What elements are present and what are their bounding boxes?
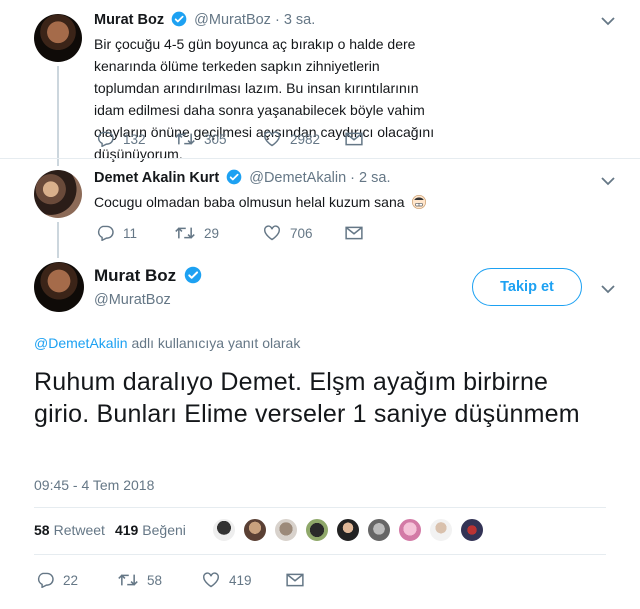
liker-avatar[interactable]: [336, 518, 360, 542]
like-count: 2982: [290, 131, 321, 147]
liker-avatar[interactable]: [212, 518, 236, 542]
reply-count: 11: [123, 225, 138, 241]
avatar[interactable]: [34, 262, 84, 312]
verified-icon: [171, 11, 187, 27]
liker-avatar[interactable]: [274, 518, 298, 542]
divider: [34, 507, 606, 508]
reply-icon: [37, 572, 54, 588]
main-tweet-handle-row: @MuratBoz: [94, 292, 171, 308]
author-name[interactable]: Murat Boz: [94, 12, 164, 28]
author-handle[interactable]: @DemetAkalin: [249, 170, 346, 186]
like-button[interactable]: 2982: [263, 131, 345, 147]
liker-avatar[interactable]: [243, 518, 267, 542]
dm-button[interactable]: [345, 226, 372, 240]
liker-avatars: [212, 518, 491, 542]
dm-icon: [345, 226, 363, 240]
reply-button[interactable]: 11: [96, 225, 175, 241]
author-name[interactable]: Demet Akalin Kurt: [94, 170, 219, 186]
verified-icon: [184, 266, 202, 284]
chevron-down-icon[interactable]: [601, 16, 615, 26]
avatar[interactable]: [34, 170, 82, 218]
tweet-actions: 132 305 2982: [96, 131, 372, 147]
reply-context-text: adlı kullanıcıya yanıt olarak: [127, 335, 301, 351]
retweet-icon: [118, 574, 138, 586]
reply-button[interactable]: 132: [96, 131, 175, 147]
like-count: 706: [290, 225, 313, 241]
separator-dot: ·: [274, 12, 284, 28]
author-handle[interactable]: @MuratBoz: [94, 292, 171, 308]
tweet-text: Cocugu olmadan baba olmusun helal kuzum …: [94, 194, 405, 210]
chevron-down-icon[interactable]: [601, 176, 615, 186]
author-handle[interactable]: @MuratBoz: [194, 12, 271, 28]
dm-button[interactable]: [286, 573, 313, 587]
reply-mention-link[interactable]: @DemetAkalin: [34, 335, 128, 351]
chevron-down-icon[interactable]: [601, 284, 615, 294]
like-count: 419: [229, 572, 252, 588]
tweet-1[interactable]: Murat Boz @MuratBoz · 3 sa. Bir çocuğu 4…: [0, 0, 640, 162]
retweet-icon: [175, 133, 195, 145]
tweet-time[interactable]: 3 sa.: [284, 12, 315, 28]
like-button[interactable]: 706: [263, 225, 345, 241]
tweet-actions: 11 29 706: [96, 225, 372, 241]
retweet-button[interactable]: 58: [118, 572, 202, 588]
tweet-time[interactable]: 2 sa.: [359, 170, 390, 186]
reply-icon: [97, 131, 114, 147]
main-tweet-author: Murat Boz: [94, 266, 205, 286]
tweet-text-row: Cocugu olmadan baba olmusun helal kuzum …: [94, 191, 514, 213]
liker-avatar[interactable]: [460, 518, 484, 542]
liker-avatar[interactable]: [305, 518, 329, 542]
liker-avatar[interactable]: [429, 518, 453, 542]
dm-button[interactable]: [345, 132, 372, 146]
like-stat[interactable]: 419 Beğeni: [115, 522, 186, 538]
reply-button[interactable]: 22: [36, 572, 118, 588]
retweet-button[interactable]: 29: [175, 225, 263, 241]
retweet-count: 58: [147, 572, 163, 588]
liker-avatar[interactable]: [398, 518, 422, 542]
retweet-stat-count: 58: [34, 522, 50, 538]
author-name[interactable]: Murat Boz: [94, 266, 176, 285]
retweet-icon: [175, 227, 195, 239]
tweet-2[interactable]: Demet Akalin Kurt @DemetAkalin · 2 sa. C…: [0, 158, 640, 254]
avatar[interactable]: [34, 14, 82, 62]
separator-dot: ·: [350, 170, 360, 186]
dm-icon: [286, 573, 304, 587]
like-icon: [203, 572, 219, 588]
verified-icon: [226, 169, 242, 185]
grimace-emoji-icon: [412, 195, 427, 209]
like-stat-count: 419: [114, 522, 139, 538]
like-icon: [264, 131, 280, 147]
retweet-button[interactable]: 305: [175, 131, 263, 147]
engagement-stats: 58 Retweet 419 Beğeni: [34, 522, 196, 538]
dm-icon: [345, 132, 363, 146]
main-tweet-text: Ruhum daralıyo Demet. Elşm ayağım birbir…: [34, 368, 580, 428]
like-icon: [264, 225, 280, 241]
like-button[interactable]: 419: [202, 572, 286, 588]
main-tweet-actions: 22 58 419: [36, 572, 313, 588]
reply-count: 22: [63, 572, 79, 588]
retweet-stat[interactable]: 58 Retweet: [34, 522, 105, 538]
divider: [34, 554, 606, 555]
reply-icon: [97, 225, 114, 241]
tweet-header: Murat Boz @MuratBoz · 3 sa.: [94, 11, 315, 28]
reply-count: 132: [123, 131, 146, 147]
retweet-stat-label: Retweet: [53, 522, 105, 538]
like-stat-label: Beğeni: [142, 522, 186, 538]
tweet-header: Demet Akalin Kurt @DemetAkalin · 2 sa.: [94, 169, 390, 186]
liker-avatar[interactable]: [367, 518, 391, 542]
retweet-count: 305: [204, 131, 227, 147]
tweet-timestamp[interactable]: 09:45 - 4 Tem 2018: [34, 477, 154, 493]
reply-context: @DemetAkalin adlı kullanıcıya yanıt olar…: [34, 335, 300, 351]
retweet-count: 29: [204, 225, 220, 241]
follow-button[interactable]: Takip et: [472, 268, 582, 306]
